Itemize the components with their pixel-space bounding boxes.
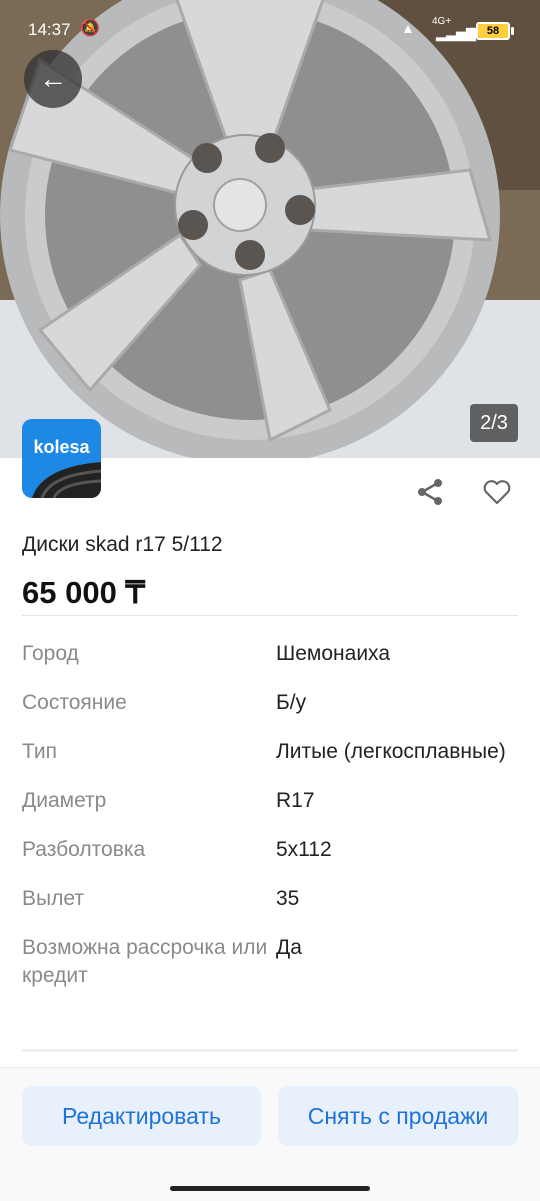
tire-icon: [32, 462, 101, 498]
divider: [22, 1049, 518, 1052]
home-indicator[interactable]: [170, 1186, 370, 1191]
spec-row-type: Тип Литые (легкосплавные): [22, 738, 518, 766]
spec-label: Состояние: [22, 691, 127, 714]
signal-icon: ▂▃▅▇: [436, 26, 476, 41]
action-bar: Редактировать Снять с продажи: [0, 1067, 540, 1201]
spec-label: Вылет: [22, 887, 84, 910]
status-time: 14:37: [28, 20, 71, 39]
spec-value: 35: [276, 887, 300, 910]
wifi-icon: ▴: [404, 20, 413, 37]
spec-row-installment: Возможна рассрочка или кредит Да: [22, 934, 518, 990]
spec-row-condition: Состояние Б/у: [22, 689, 518, 717]
spec-label: Город: [22, 642, 79, 665]
listing-price: 65 000 ₸: [22, 575, 146, 610]
heart-icon[interactable]: [481, 476, 513, 508]
spec-row-diameter: Диаметр R17: [22, 787, 518, 815]
wheel-photo: [0, 0, 540, 458]
spec-row-city: Город Шемонаиха: [22, 640, 518, 668]
share-icon[interactable]: [414, 476, 446, 508]
back-button[interactable]: ←: [24, 50, 82, 108]
listing-title: Диски skad r17 5/112: [22, 533, 223, 556]
mute-icon: 🔕: [80, 20, 100, 37]
spec-list: Город Шемонаиха Состояние Б/у Тип Литые …: [22, 640, 518, 1011]
spec-value: Да: [276, 936, 302, 959]
divider: [22, 615, 518, 616]
spec-label: Разболтовка: [22, 838, 146, 861]
logo-text: kolesa: [33, 437, 90, 457]
spec-value: R17: [276, 789, 315, 812]
spec-row-offset: Вылет 35: [22, 885, 518, 913]
spec-value: Литые (легкосплавные): [276, 740, 506, 763]
kolesa-logo: kolesa: [22, 419, 101, 498]
back-arrow-icon: ←: [39, 63, 67, 94]
spec-label: Возможна рассрочка или кредит: [22, 936, 268, 987]
spec-row-bolt-pattern: Разболтовка 5x112: [22, 836, 518, 864]
spec-value: Шемонаиха: [276, 642, 390, 665]
edit-button[interactable]: Редактировать: [22, 1086, 261, 1146]
battery-icon: 58: [476, 22, 514, 40]
spec-label: Тип: [22, 740, 58, 763]
spec-value: 5x112: [276, 838, 332, 861]
spec-label: Диаметр: [22, 789, 107, 812]
photo-counter: 2/3: [470, 404, 518, 442]
spec-value: Б/у: [276, 691, 307, 714]
status-bar: 14:37 🔕 ▴ 4G+ ▂▃▅▇ 58: [0, 0, 540, 60]
remove-from-sale-button[interactable]: Снять с продажи: [278, 1086, 518, 1146]
listing-photo[interactable]: 14:37 🔕 ▴ 4G+ ▂▃▅▇ 58 ← 2/3: [0, 0, 540, 458]
